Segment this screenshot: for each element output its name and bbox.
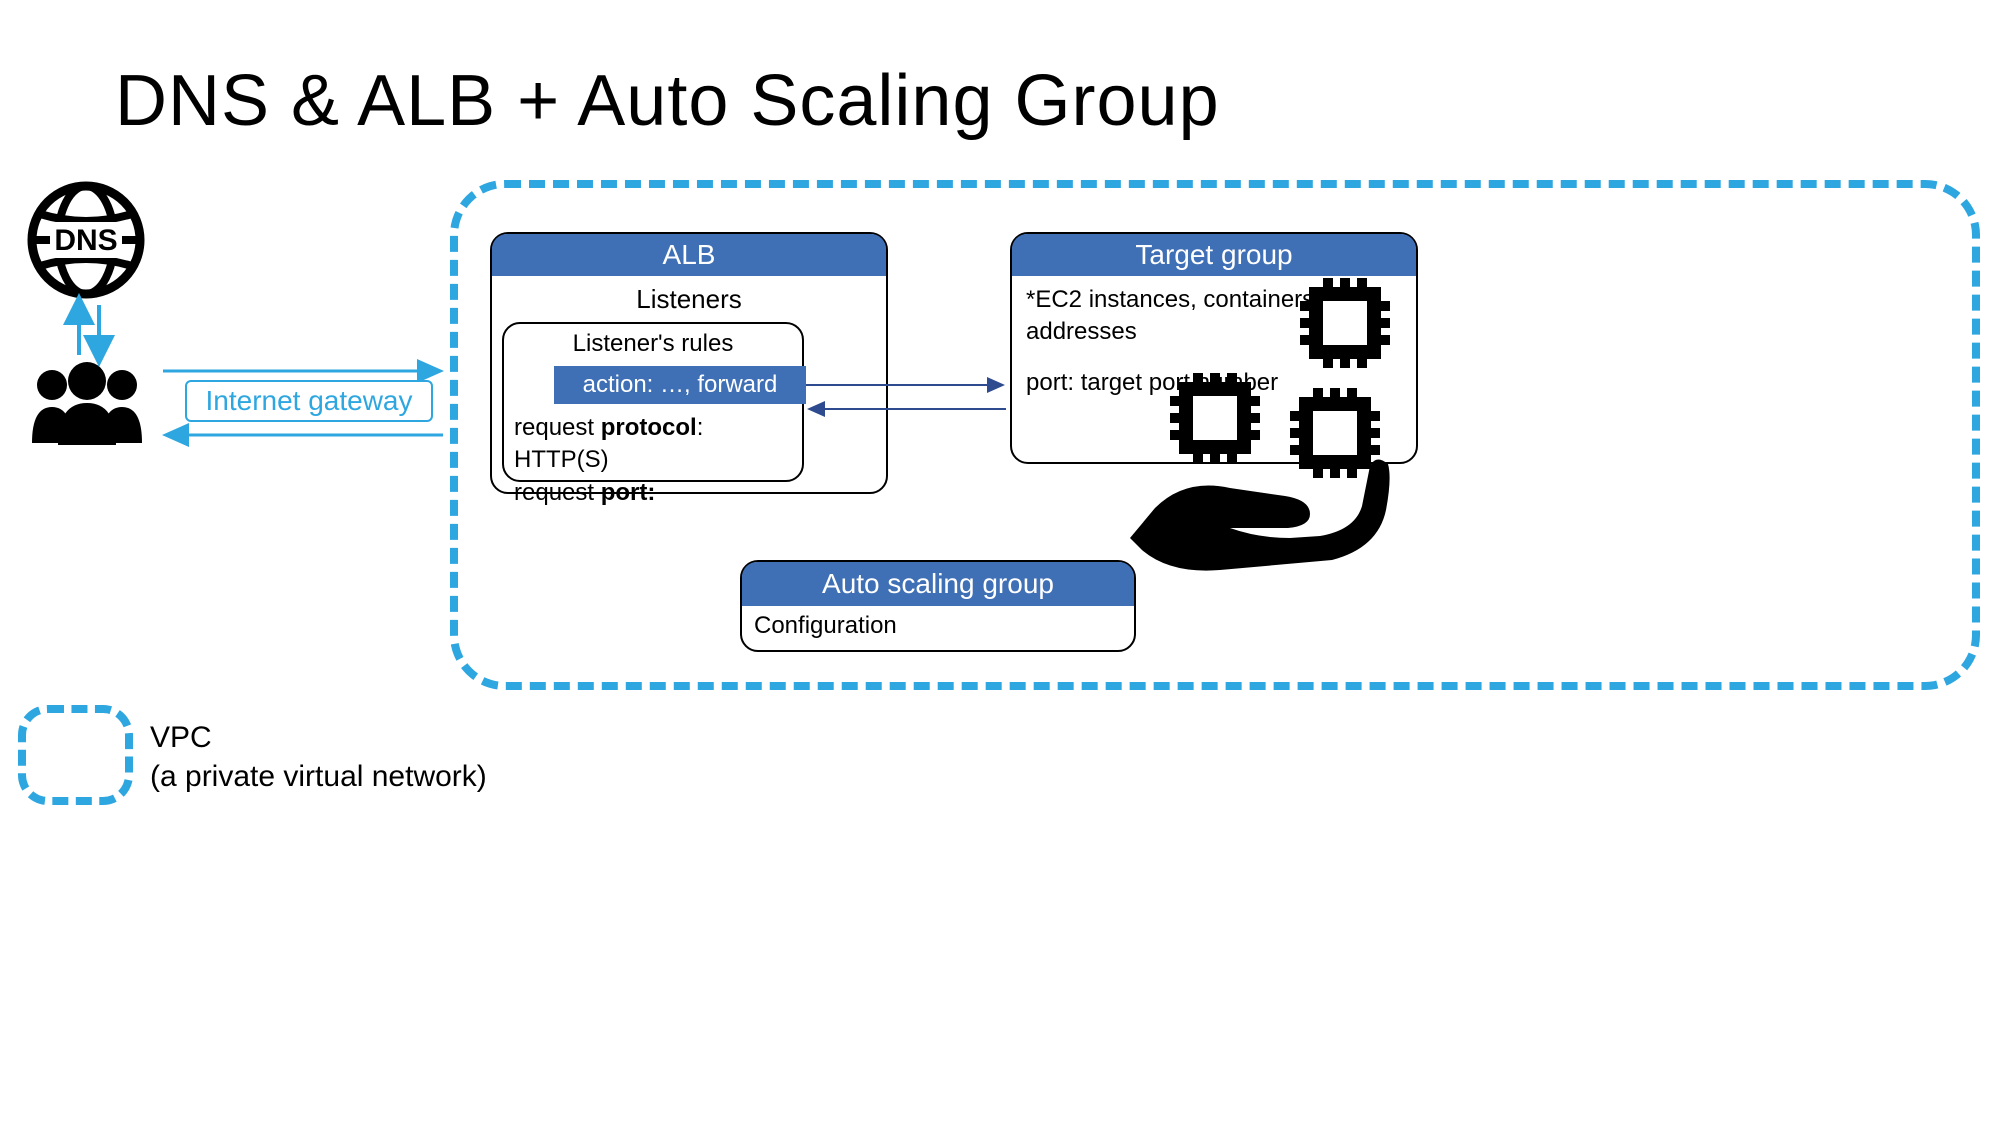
vpc-legend-box bbox=[18, 705, 133, 805]
vpc-legend-line1: VPC bbox=[150, 721, 212, 754]
tg-to-alb-arrow bbox=[806, 402, 1006, 416]
auto-scaling-group-box: Auto scaling group Configuration bbox=[740, 560, 1136, 652]
target-group-header: Target group bbox=[1012, 234, 1416, 276]
port-label: request bbox=[514, 479, 601, 506]
vpc-legend-text: VPC (a private virtual network) bbox=[150, 718, 487, 796]
dns-globe-icon: DNS bbox=[26, 180, 146, 300]
page-title: DNS & ALB + Auto Scaling Group bbox=[115, 60, 1220, 142]
protocol-label: request bbox=[514, 414, 601, 441]
asg-body: Configuration bbox=[742, 606, 1134, 646]
protocol-bold: protocol bbox=[601, 414, 697, 441]
listener-action: action: …, forward bbox=[554, 366, 806, 404]
users-icon bbox=[22, 355, 152, 445]
users-to-vpc-arrow bbox=[163, 362, 443, 380]
vpc-legend-line2: (a private virtual network) bbox=[150, 760, 487, 793]
port-bold: port: bbox=[601, 479, 656, 506]
alb-listeners-label: Listeners bbox=[492, 284, 886, 315]
internet-gateway-label: Internet gateway bbox=[185, 380, 433, 422]
listener-rules-title: Listener's rules bbox=[504, 330, 802, 358]
alb-box: ALB Listeners Listener's rules action: …… bbox=[490, 232, 888, 494]
alb-to-tg-arrow bbox=[806, 378, 1006, 392]
hand-serving-chips-icon bbox=[1110, 278, 1420, 578]
svg-text:DNS: DNS bbox=[54, 224, 117, 257]
asg-header: Auto scaling group bbox=[742, 562, 1134, 606]
dns-users-arrows bbox=[64, 300, 114, 360]
listener-rules-box: Listener's rules action: …, forward requ… bbox=[502, 322, 804, 482]
vpc-to-users-arrow bbox=[163, 426, 443, 444]
listener-detail: request protocol: HTTP(S) request port: bbox=[514, 412, 802, 509]
alb-header: ALB bbox=[492, 234, 886, 276]
